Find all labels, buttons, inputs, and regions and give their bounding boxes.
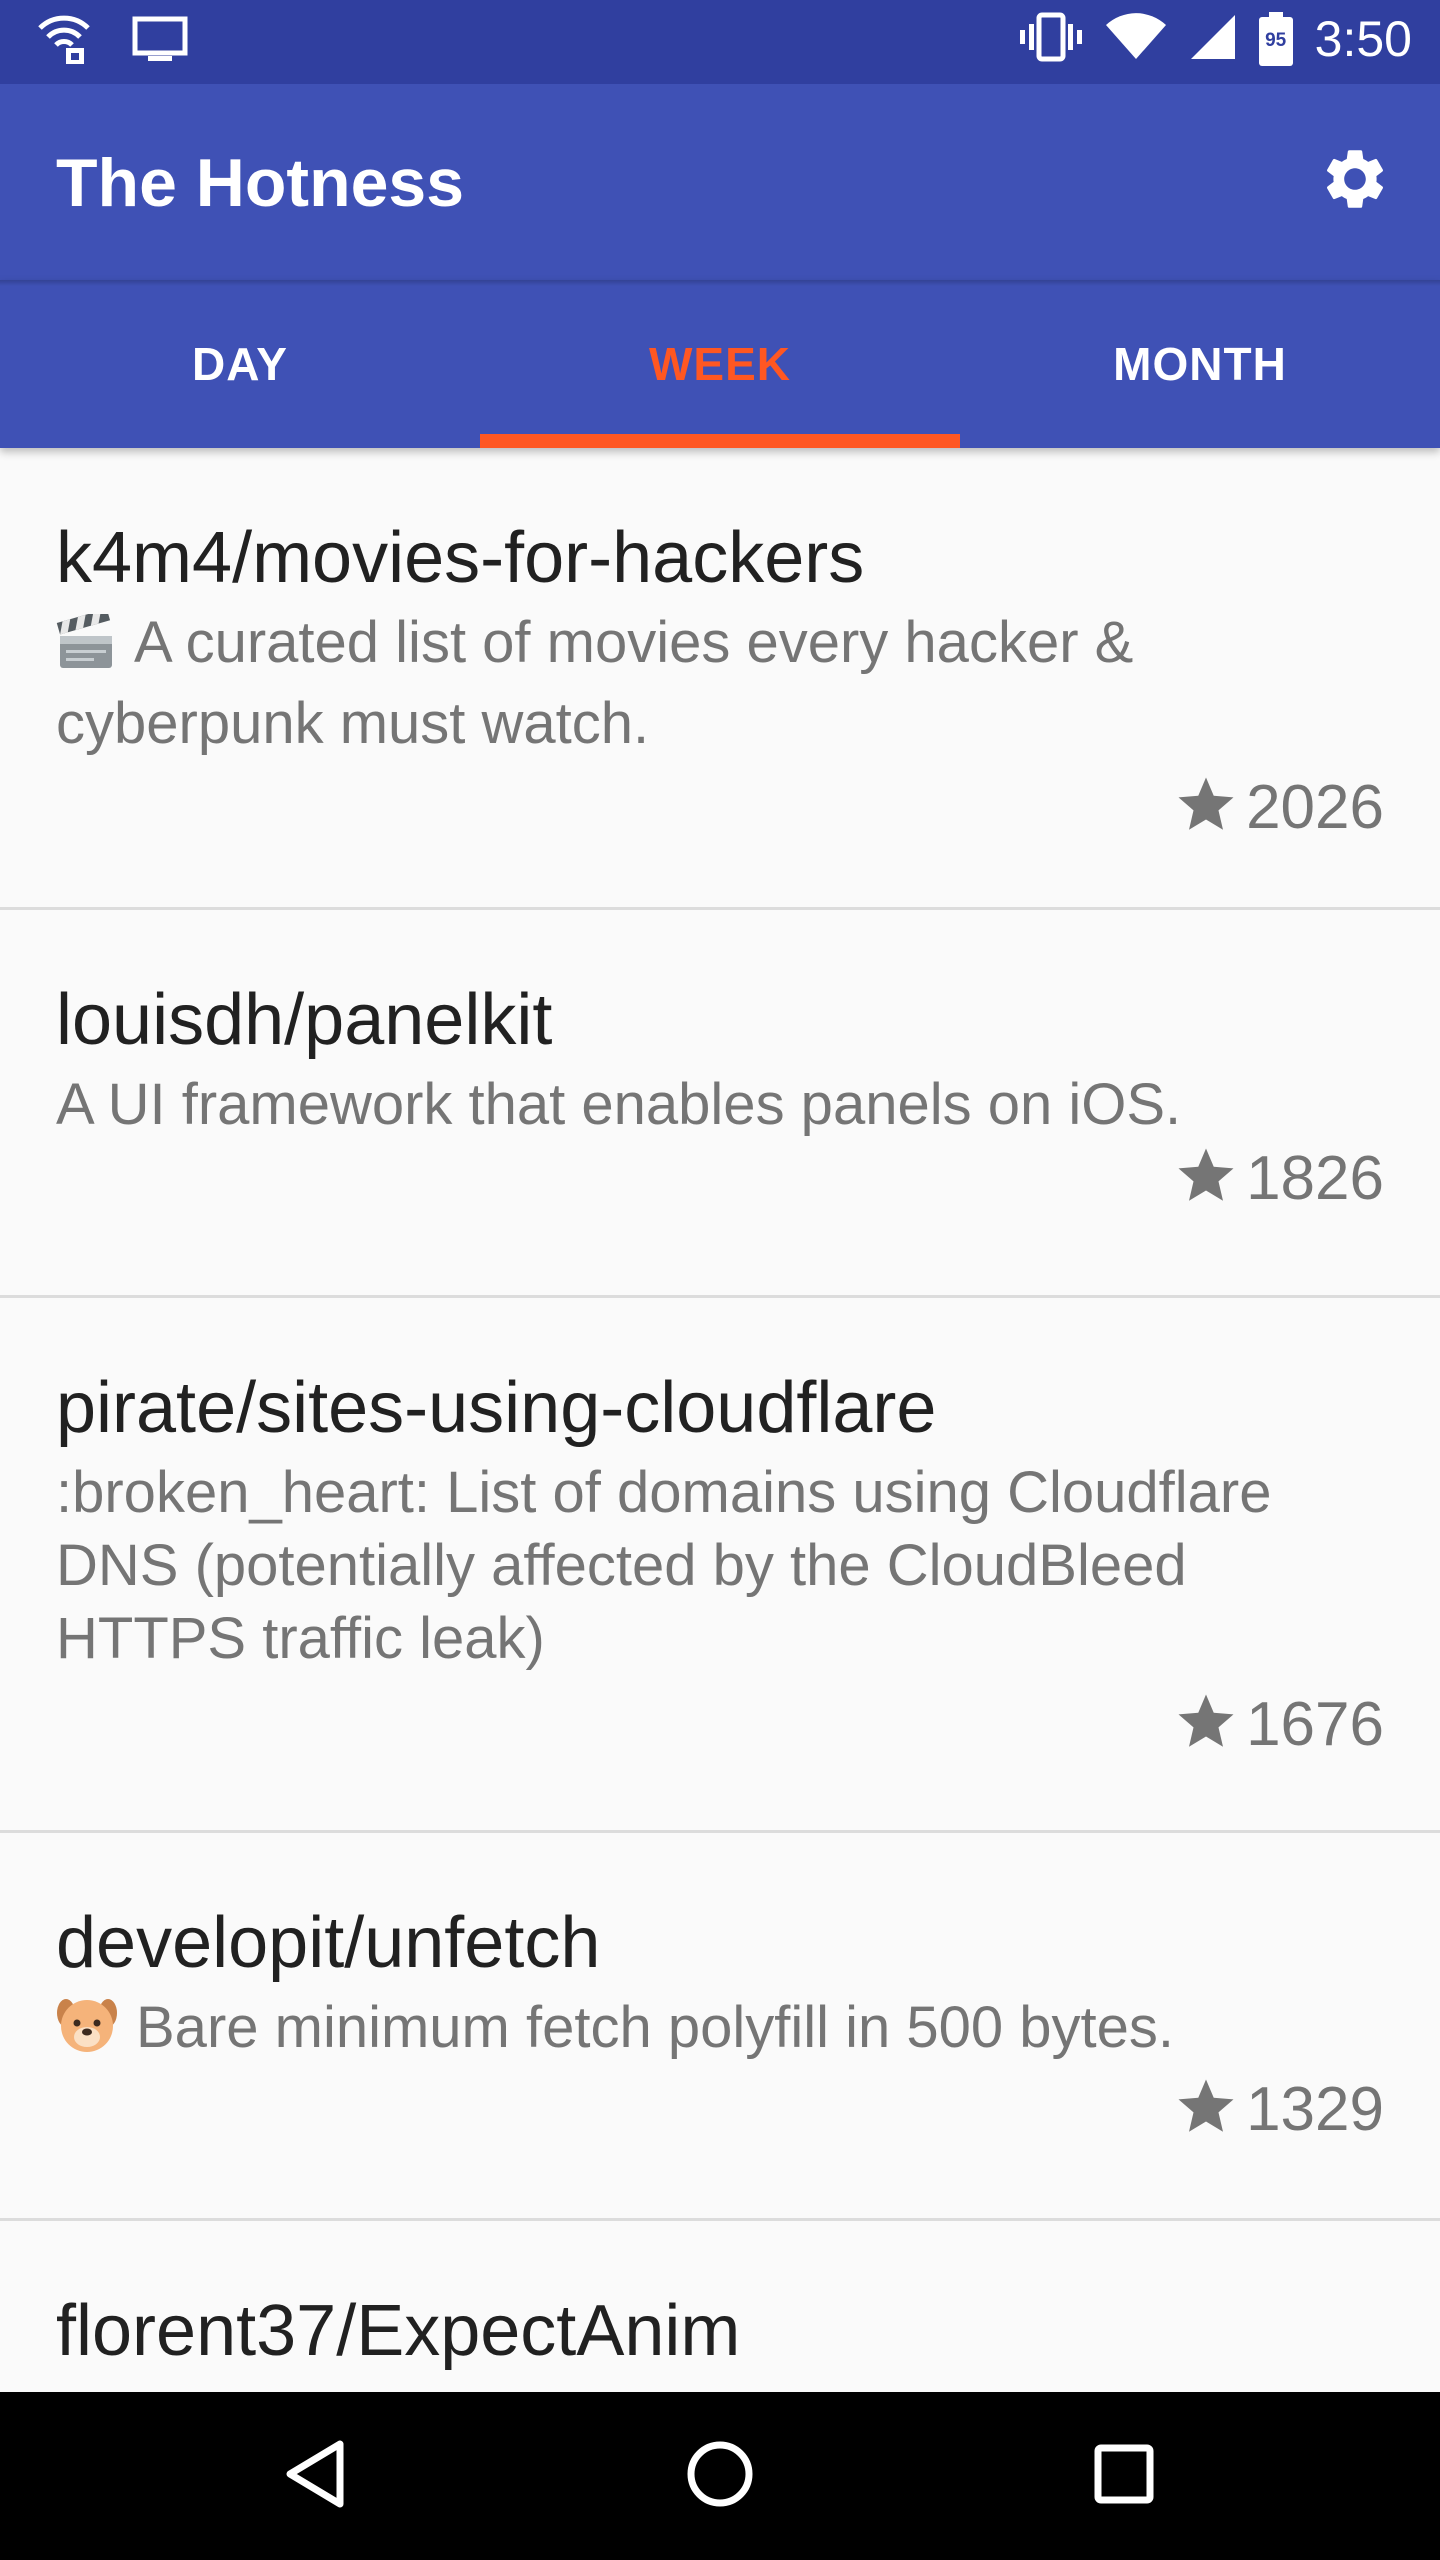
star-count-row: 1676: [56, 1689, 1384, 1760]
back-button[interactable]: [216, 2392, 416, 2560]
repo-name: louisdh/panelkit: [56, 980, 553, 1060]
list-item[interactable]: florent37/ExpectAnim: [0, 2221, 1440, 2392]
repo-description: Bare minimum fetch polyfill in 500 bytes…: [56, 1991, 1384, 2072]
repo-name: developit/unfetch: [56, 1903, 601, 1983]
status-bar: 95 3:50: [0, 0, 1440, 84]
repo-name: pirate/sites-using-cloudflare: [56, 1368, 937, 1448]
list-item[interactable]: louisdh/panelkit A UI framework that ena…: [0, 910, 1440, 1298]
star-icon: [1172, 772, 1240, 843]
repo-description: :broken_heart: List of domains using Clo…: [56, 1460, 1272, 1671]
star-count: 1826: [1246, 1144, 1384, 1213]
settings-button[interactable]: [1310, 136, 1400, 226]
recents-button[interactable]: [1024, 2392, 1224, 2560]
signal-icon: [1189, 13, 1237, 66]
app-title: The Hotness: [56, 145, 465, 221]
clock: 3:50: [1314, 11, 1412, 67]
star-icon: [1172, 1143, 1240, 1214]
repo-description: A curated list of movies every hacker & …: [56, 606, 1384, 760]
vibrate-icon: [1019, 12, 1083, 67]
battery-level: 95: [1265, 30, 1287, 51]
repo-description: A UI framework that enables panels on iO…: [56, 1072, 1182, 1137]
recents-icon: [1093, 2443, 1155, 2510]
list-item[interactable]: k4m4/movies-for-hackers A curated list o…: [0, 448, 1440, 910]
repo-description-text: A curated list of movies every hacker & …: [56, 610, 1134, 756]
home-icon: [685, 2439, 755, 2514]
tab-day[interactable]: DAY: [0, 280, 480, 448]
screen: 95 3:50 The Hotness DAY WEEK MONTH k4m4/…: [0, 0, 1440, 2560]
home-button[interactable]: [620, 2392, 820, 2560]
clapper-board-icon: [56, 608, 116, 687]
star-icon: [1172, 1689, 1240, 1760]
navigation-bar: [0, 2392, 1440, 2560]
star-count: 1676: [1246, 1690, 1384, 1759]
star-count: 1329: [1246, 2075, 1384, 2144]
tab-bar: DAY WEEK MONTH: [0, 280, 1440, 448]
list-item[interactable]: developit/unfetch Bare minimum fetch pol…: [0, 1833, 1440, 2221]
star-count-row: 1329: [56, 2074, 1384, 2145]
wifi-icon: [1105, 12, 1167, 66]
star-count-row: 1826: [56, 1143, 1384, 1214]
star-count-row: 2026: [56, 772, 1384, 843]
dog-face-icon: [56, 1993, 118, 2072]
list-item[interactable]: pirate/sites-using-cloudflare :broken_he…: [0, 1298, 1440, 1833]
repo-name: florent37/ExpectAnim: [56, 2291, 741, 2371]
star-count: 2026: [1246, 773, 1384, 842]
tab-month[interactable]: MONTH: [960, 280, 1440, 448]
cast-icon: [132, 16, 188, 69]
gear-icon: [1319, 143, 1391, 220]
repo-list: k4m4/movies-for-hackers A curated list o…: [0, 448, 1440, 2392]
battery-icon: 95: [1258, 12, 1293, 66]
wifi-lock-icon: [36, 14, 92, 71]
repo-name: k4m4/movies-for-hackers: [56, 518, 865, 598]
app-bar: The Hotness: [0, 84, 1440, 280]
repo-description-text: Bare minimum fetch polyfill in 500 bytes…: [136, 1995, 1174, 2060]
tab-week[interactable]: WEEK: [480, 280, 960, 448]
back-icon: [284, 2439, 348, 2514]
star-icon: [1172, 2074, 1240, 2145]
